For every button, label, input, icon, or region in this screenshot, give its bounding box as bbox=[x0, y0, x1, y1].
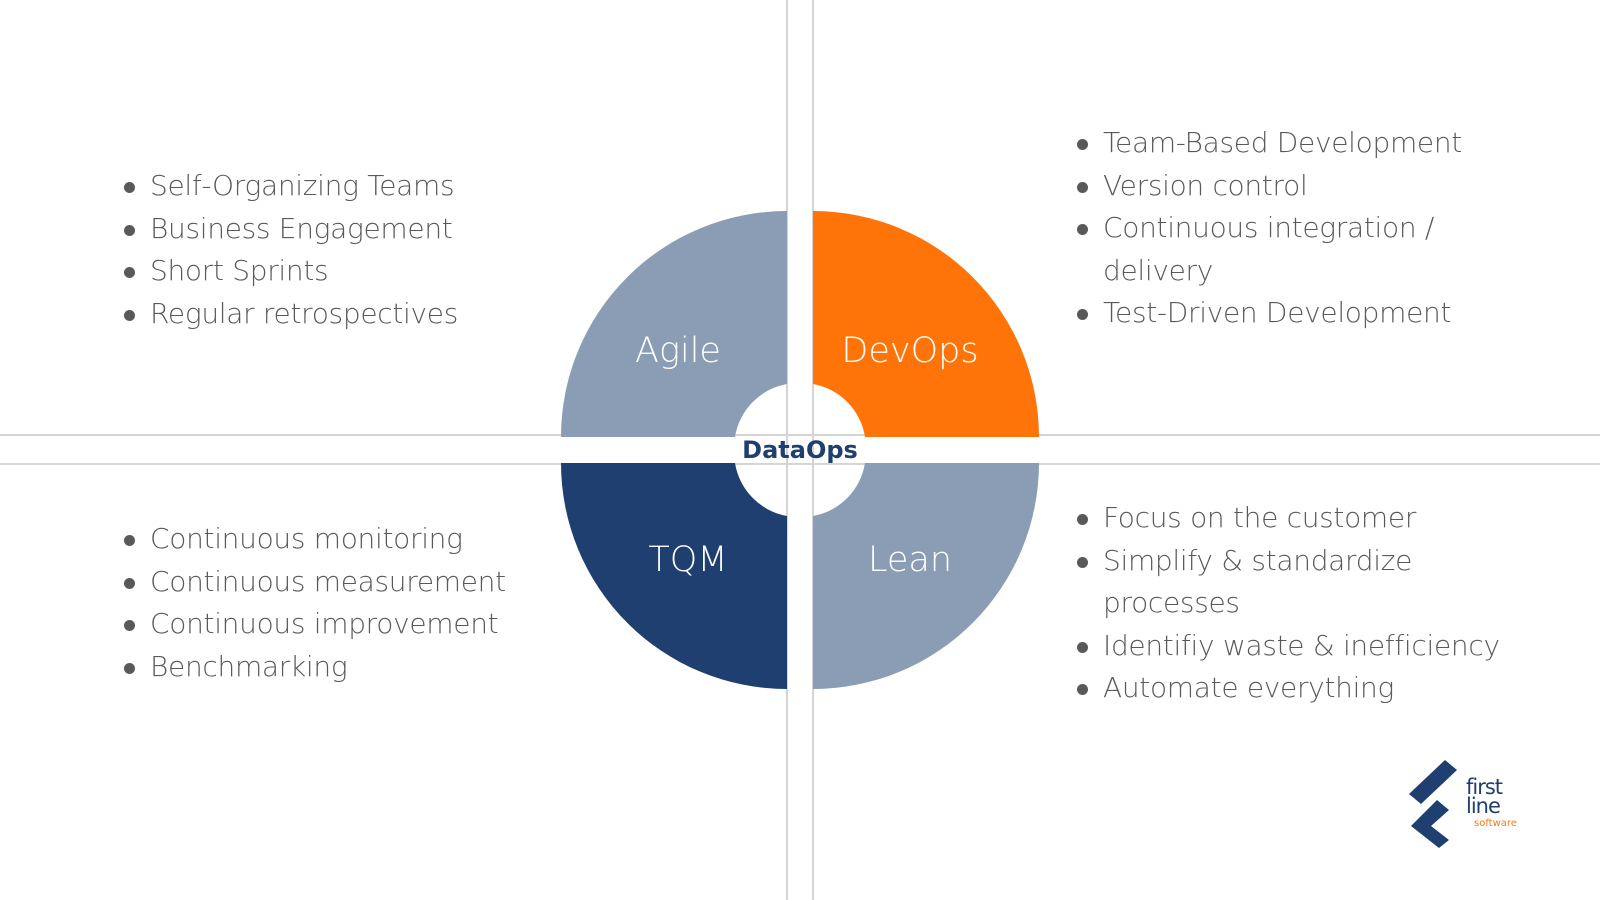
quadrant-agile bbox=[561, 211, 787, 437]
list-item: Continuous integration / delivery bbox=[1075, 207, 1443, 292]
lean-list: Focus on the customer Simplify & standar… bbox=[1075, 497, 1515, 710]
quadrant-label-agile: Agile bbox=[635, 331, 721, 371]
devops-list: Team-Based Development Version control C… bbox=[1075, 122, 1475, 335]
center-label-dataops: DataOps bbox=[742, 436, 858, 464]
list-item: Short Sprints bbox=[122, 250, 542, 293]
agile-list: Self-Organizing Teams Business Engagemen… bbox=[122, 165, 542, 335]
list-item: Simplify & standardize processes bbox=[1075, 540, 1423, 625]
quadrant-label-devops: DevOps bbox=[841, 331, 978, 371]
list-item: Automate everything bbox=[1075, 667, 1515, 710]
logo-wordmark: first line bbox=[1466, 777, 1503, 818]
list-item: Team-Based Development bbox=[1075, 122, 1475, 165]
list-item: Benchmarking bbox=[122, 646, 562, 689]
list-item: Continuous monitoring bbox=[122, 518, 562, 561]
list-item: Continuous measurement bbox=[122, 561, 562, 604]
list-item: Business Engagement bbox=[122, 208, 542, 251]
list-item: Test-Driven Development bbox=[1075, 292, 1475, 335]
logo-subtitle: software bbox=[1474, 818, 1517, 829]
logo-line2: line bbox=[1466, 794, 1501, 818]
tqm-list: Continuous monitoring Continuous measure… bbox=[122, 518, 562, 688]
list-item: Version control bbox=[1075, 165, 1475, 208]
quadrant-devops bbox=[813, 211, 1039, 437]
list-item: Identifiy waste & inefficiency bbox=[1075, 625, 1515, 668]
quadrant-label-lean: Lean bbox=[868, 540, 952, 580]
first-line-logo-icon bbox=[1409, 760, 1457, 848]
list-item: Self-Organizing Teams bbox=[122, 165, 542, 208]
list-item: Regular retrospectives bbox=[122, 293, 542, 336]
quadrant-label-tqm: TQM bbox=[648, 540, 727, 580]
list-item: Focus on the customer bbox=[1075, 497, 1515, 540]
list-item: Continuous improvement bbox=[122, 603, 562, 646]
